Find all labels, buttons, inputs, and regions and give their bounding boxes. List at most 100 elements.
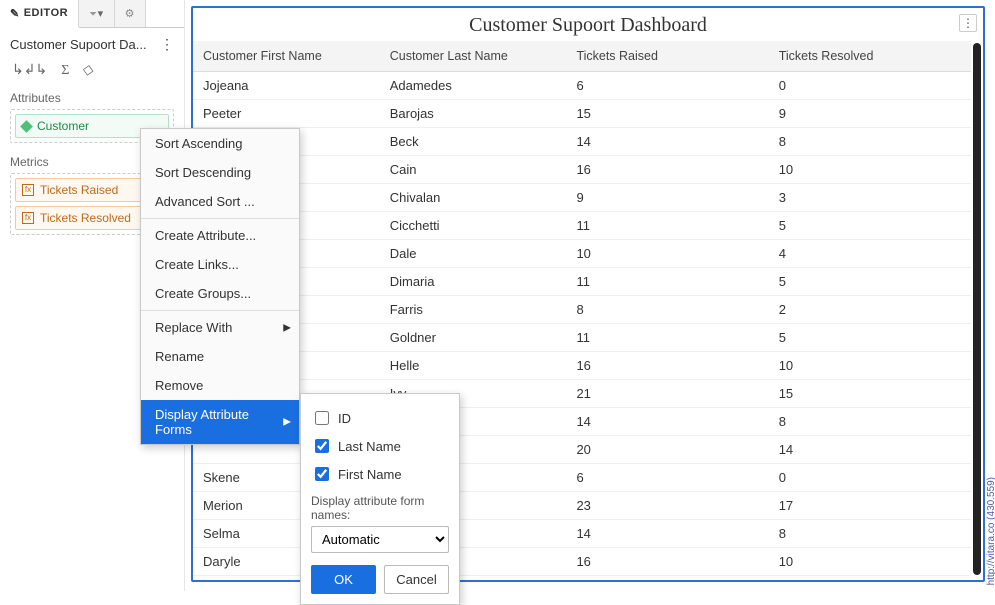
- cell-last: Beck: [380, 128, 567, 156]
- table-row[interactable]: Helle1610: [193, 352, 971, 380]
- cell-resolved: 10: [769, 352, 971, 380]
- cell-resolved: 5: [769, 212, 971, 240]
- cell-resolved: 10: [769, 548, 971, 576]
- cell-resolved: 14: [769, 436, 971, 464]
- cell-resolved: 3: [769, 184, 971, 212]
- cell-last: Chivalan: [380, 184, 567, 212]
- table-row[interactable]: JojeanaAdamedes60: [193, 72, 971, 100]
- metric-chip-label: Tickets Resolved: [40, 211, 131, 225]
- menu-display-attribute-forms[interactable]: Display Attribute Forms ▶: [141, 400, 299, 444]
- cell-last: Farris: [380, 296, 567, 324]
- table-row[interactable]: Dimaria115: [193, 268, 971, 296]
- form-names-hint: Display attribute form names:: [311, 494, 449, 522]
- table-row[interactable]: Beck148: [193, 128, 971, 156]
- panel-tabs: EDITOR ▾: [0, 0, 184, 28]
- filter-icon: ▾: [89, 7, 104, 20]
- display-attribute-forms-popup: ID Last Name First Name Display attribut…: [300, 393, 460, 605]
- form-checkbox-first-name[interactable]: First Name: [311, 460, 449, 488]
- form-checkbox-id[interactable]: ID: [311, 404, 449, 432]
- tab-settings[interactable]: [115, 0, 146, 27]
- cell-raised: 8: [566, 296, 768, 324]
- fx-icon: fx: [22, 212, 34, 224]
- eraser-icon[interactable]: [83, 61, 94, 79]
- cell-resolved: 10: [769, 156, 971, 184]
- cell-resolved: 9: [769, 100, 971, 128]
- cell-raised: 16: [566, 352, 768, 380]
- cell-resolved: 0: [769, 72, 971, 100]
- checkbox-first-name-label: First Name: [338, 467, 402, 482]
- col-header-last-name[interactable]: Customer Last Name: [380, 41, 567, 72]
- checkbox-first-name[interactable]: [315, 467, 329, 481]
- attribute-chip-label: Customer: [37, 119, 89, 133]
- menu-create-attribute[interactable]: Create Attribute...: [141, 221, 299, 250]
- panel-title: Customer Supoort Da...: [10, 37, 147, 52]
- table-row[interactable]: PeeterBarojas159: [193, 100, 971, 128]
- cell-last: Dimaria: [380, 268, 567, 296]
- tab-editor[interactable]: EDITOR: [0, 0, 79, 28]
- table-row[interactable]: Dale104: [193, 240, 971, 268]
- cell-first: Jojeana: [193, 72, 380, 100]
- sigma-icon[interactable]: [61, 61, 69, 79]
- cell-resolved: 8: [769, 408, 971, 436]
- menu-create-groups[interactable]: Create Groups...: [141, 279, 299, 308]
- menu-rename[interactable]: Rename: [141, 342, 299, 371]
- col-header-tickets-raised[interactable]: Tickets Raised: [566, 41, 768, 72]
- cell-resolved: 8: [769, 128, 971, 156]
- cell-raised: 20: [566, 436, 768, 464]
- menu-advanced-sort[interactable]: Advanced Sort ...: [141, 187, 299, 216]
- col-header-tickets-resolved[interactable]: Tickets Resolved: [769, 41, 971, 72]
- col-header-first-name[interactable]: Customer First Name: [193, 41, 380, 72]
- table-row[interactable]: Goldner115: [193, 324, 971, 352]
- table-row[interactable]: Farris82: [193, 296, 971, 324]
- menu-replace-with[interactable]: Replace With ▶: [141, 313, 299, 342]
- tab-filter[interactable]: ▾: [79, 0, 115, 27]
- cell-resolved: 17: [769, 492, 971, 520]
- cell-resolved: 17: [769, 576, 971, 578]
- cell-raised: 14: [566, 408, 768, 436]
- checkbox-last-name[interactable]: [315, 439, 329, 453]
- cell-last: Cicchetti: [380, 212, 567, 240]
- menu-replace-with-label: Replace With: [155, 320, 232, 335]
- cell-last: Dale: [380, 240, 567, 268]
- cancel-button[interactable]: Cancel: [384, 565, 449, 594]
- ok-button[interactable]: OK: [311, 565, 376, 594]
- table-row[interactable]: Chivalan93: [193, 184, 971, 212]
- watermark-link[interactable]: http://vitara.co (430.559): [986, 477, 995, 585]
- cell-resolved: 15: [769, 380, 971, 408]
- panel-more-menu[interactable]: ⋮: [160, 36, 174, 53]
- cell-raised: 23: [566, 492, 768, 520]
- panel-toolbar: ↲↳: [0, 57, 184, 89]
- cell-raised: 11: [566, 324, 768, 352]
- checkbox-id[interactable]: [315, 411, 329, 425]
- cell-raised: 14: [566, 520, 768, 548]
- attribute-context-menu: Sort Ascending Sort Descending Advanced …: [140, 128, 300, 445]
- metric-chip-label: Tickets Raised: [40, 183, 118, 197]
- menu-sort-ascending[interactable]: Sort Ascending: [141, 129, 299, 158]
- form-names-select[interactable]: Automatic: [311, 526, 449, 553]
- cell-last: Goldner: [380, 324, 567, 352]
- pencil-icon: [10, 7, 20, 20]
- table-row[interactable]: Cicchetti115: [193, 212, 971, 240]
- attribute-diamond-icon: [20, 120, 33, 133]
- vertical-scrollbar[interactable]: [973, 43, 981, 575]
- table-row[interactable]: Cain1610: [193, 156, 971, 184]
- cell-raised: 6: [566, 72, 768, 100]
- menu-create-links[interactable]: Create Links...: [141, 250, 299, 279]
- cell-raised: 16: [566, 548, 768, 576]
- menu-sort-descending[interactable]: Sort Descending: [141, 158, 299, 187]
- cell-raised: 23: [566, 576, 768, 578]
- cell-raised: 21: [566, 380, 768, 408]
- swap-icon[interactable]: ↲↳: [12, 61, 47, 79]
- attributes-label: Attributes: [0, 89, 184, 109]
- card-menu-button[interactable]: ⋮: [959, 14, 977, 32]
- fx-icon: fx: [22, 184, 34, 196]
- form-checkbox-last-name[interactable]: Last Name: [311, 432, 449, 460]
- cell-raised: 6: [566, 464, 768, 492]
- gear-icon: [125, 7, 135, 20]
- cell-last: Adamedes: [380, 72, 567, 100]
- menu-remove[interactable]: Remove: [141, 371, 299, 400]
- checkbox-id-label: ID: [338, 411, 351, 426]
- cell-raised: 11: [566, 268, 768, 296]
- cell-resolved: 2: [769, 296, 971, 324]
- submenu-caret-icon: ▶: [283, 322, 291, 333]
